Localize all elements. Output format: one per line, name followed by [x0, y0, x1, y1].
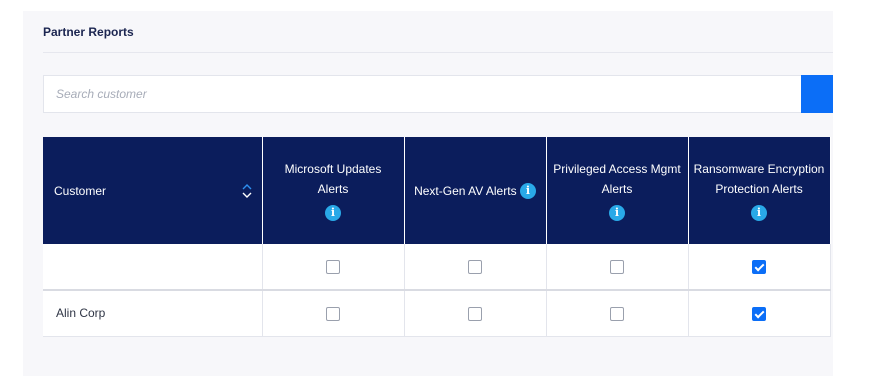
info-icon[interactable]: i [325, 204, 341, 221]
column-header-next-gen-av-alerts: Next-Gen AV Alerts i [404, 137, 547, 244]
search-button[interactable] [801, 75, 833, 113]
row-checkbox-ransomware-encryption[interactable] [752, 306, 766, 321]
column-header-label: Privileged Access Mgmt Alerts [553, 162, 681, 196]
filter-checkbox-microsoft-updates[interactable] [326, 259, 340, 274]
table-row: Alin Corp [43, 290, 831, 337]
row-checkbox-next-gen-av[interactable] [468, 306, 482, 321]
customer-name: Alin Corp [43, 290, 263, 337]
info-icon[interactable]: i [519, 183, 536, 200]
column-header-label: Microsoft Updates Alerts [284, 162, 382, 196]
column-header-label: Ransomware Encryption Protection Alerts [693, 162, 825, 196]
column-header-microsoft-updates-alerts: Microsoft Updates Alerts i [262, 137, 405, 244]
info-icon[interactable]: i [751, 204, 767, 221]
row-checkbox-microsoft-updates[interactable] [326, 306, 340, 321]
column-header-privileged-access-mgmt-alerts: Privileged Access Mgmt Alerts i [546, 137, 689, 244]
table-header-row: Customer Microsoft Updates Alerts i Next… [43, 137, 831, 244]
filter-checkbox-privileged-access-mgmt[interactable] [610, 259, 624, 274]
column-header-customer[interactable]: Customer [43, 137, 263, 244]
filter-checkbox-next-gen-av[interactable] [468, 259, 482, 274]
column-header-label: Customer [54, 183, 107, 198]
page-title: Partner Reports [43, 25, 134, 39]
partner-reports-panel: Partner Reports Customer Microsoft [23, 11, 833, 376]
search-customer-input[interactable] [43, 75, 801, 113]
column-header-label: Next-Gen AV Alerts [414, 183, 517, 198]
info-icon[interactable]: i [609, 204, 625, 221]
column-header-ransomware-encryption-protection-alerts: Ransomware Encryption Protection Alerts … [688, 137, 831, 244]
sort-icon[interactable] [242, 183, 252, 199]
filter-row [43, 244, 831, 291]
row-checkbox-privileged-access-mgmt[interactable] [610, 306, 624, 321]
filter-checkbox-ransomware-encryption[interactable] [752, 259, 766, 274]
filter-cell-customer [43, 244, 263, 291]
title-divider [43, 52, 833, 53]
customer-alerts-table: Customer Microsoft Updates Alerts i Next… [43, 137, 831, 337]
